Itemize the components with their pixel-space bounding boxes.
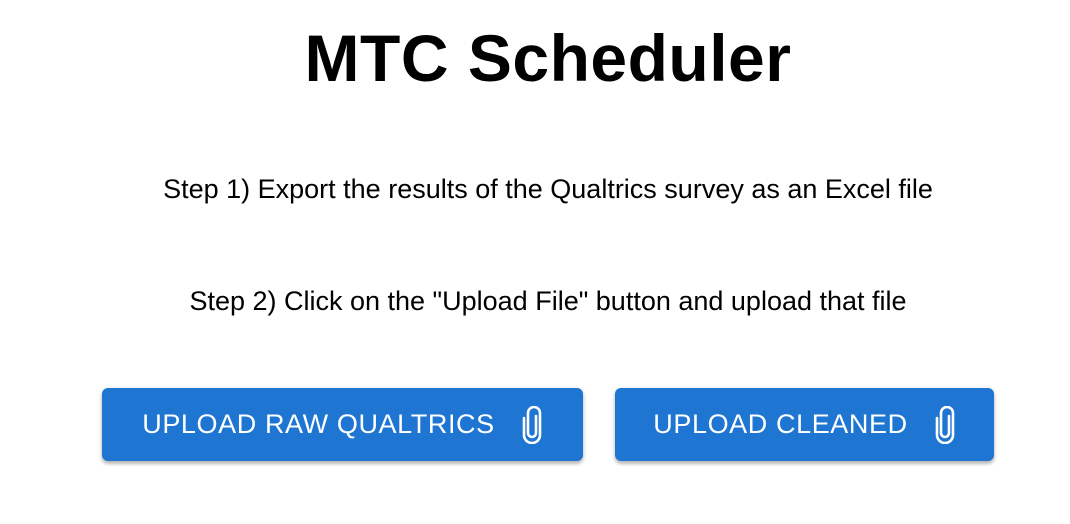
instruction-step-1: Step 1) Export the results of the Qualtr… <box>163 174 933 204</box>
upload-raw-qualtrics-button[interactable]: UPLOAD RAW QUALTRICS <box>102 388 583 461</box>
instruction-step-2: Step 2) Click on the "Upload File" butto… <box>189 286 907 316</box>
paperclip-icon <box>934 405 956 444</box>
upload-cleaned-label: UPLOAD CLEANED <box>653 409 908 439</box>
page-title: MTC Scheduler <box>304 21 792 95</box>
paperclip-icon <box>521 405 543 444</box>
upload-raw-qualtrics-label: UPLOAD RAW QUALTRICS <box>142 409 495 439</box>
upload-cleaned-button[interactable]: UPLOAD CLEANED <box>615 388 994 461</box>
